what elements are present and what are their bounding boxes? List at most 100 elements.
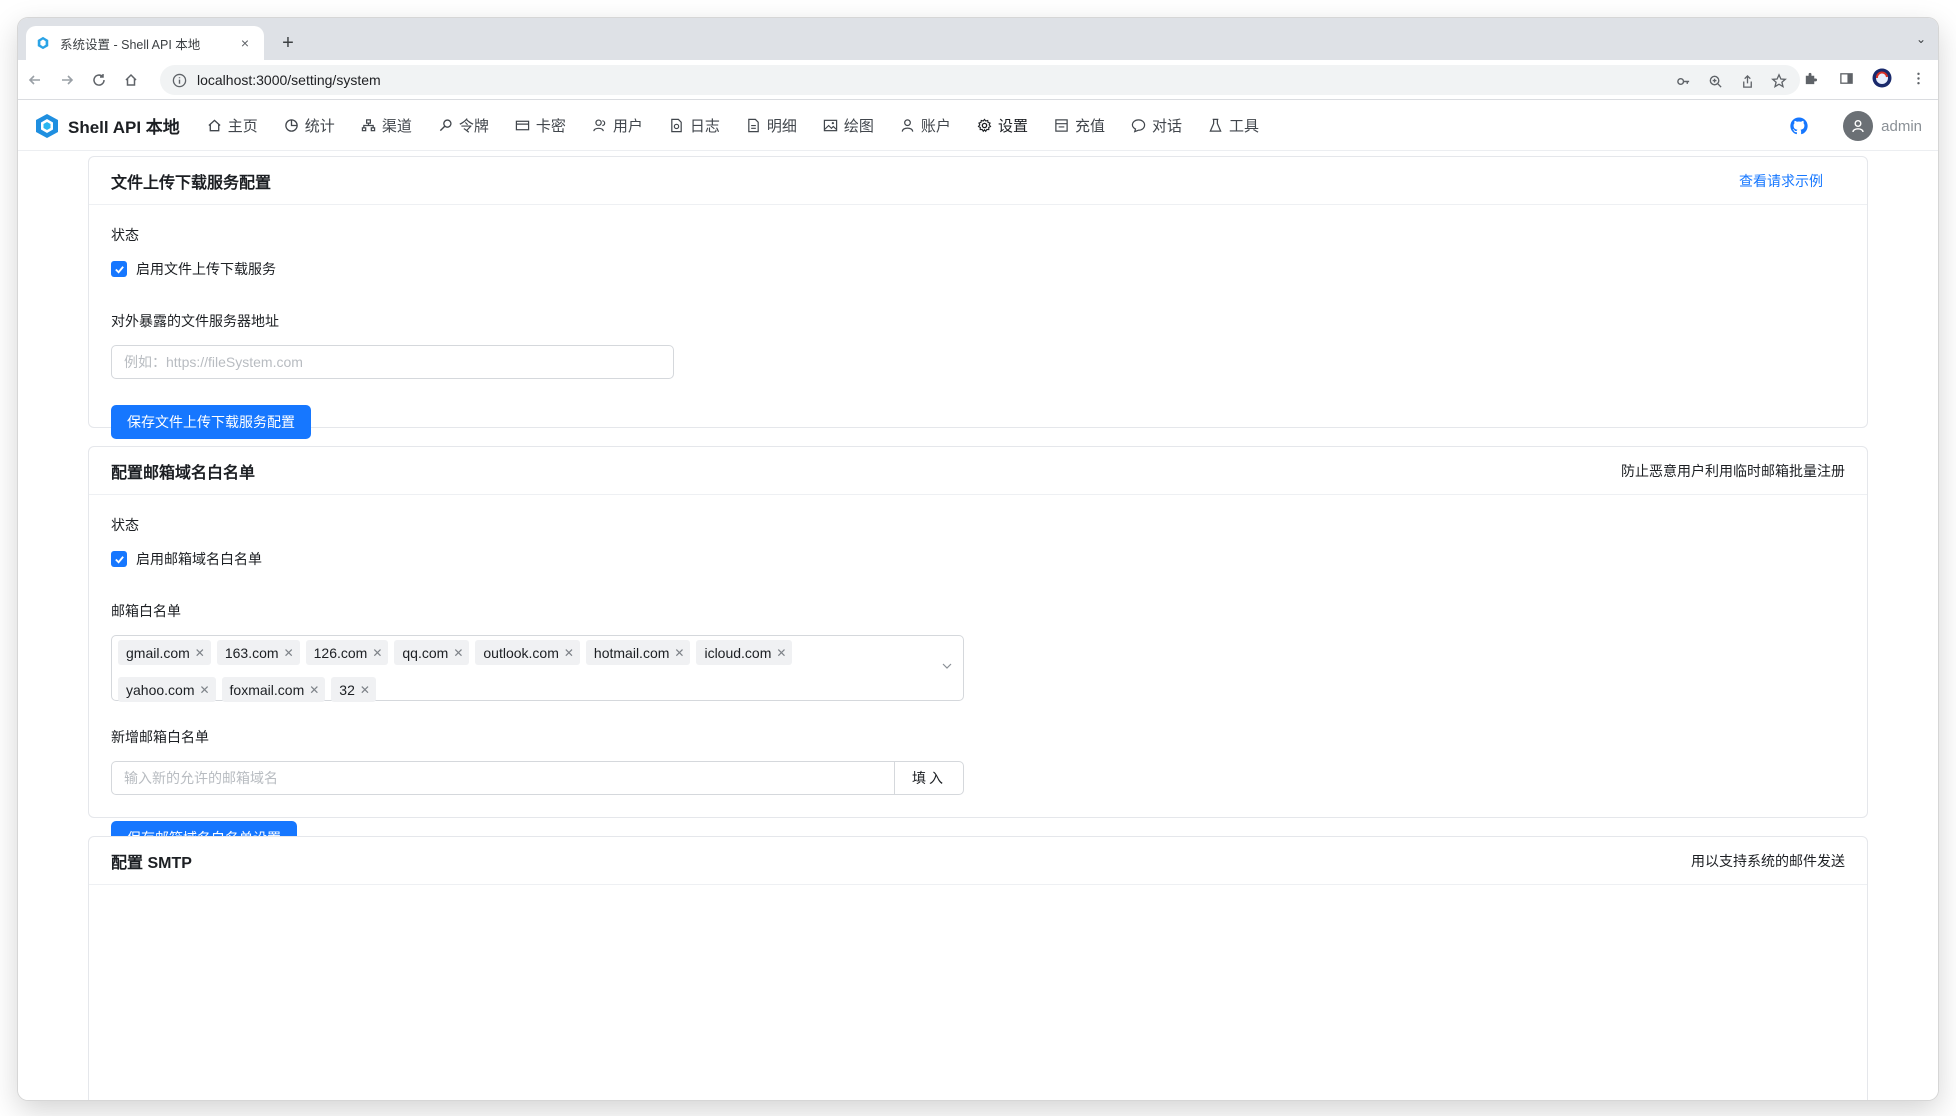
reload-icon[interactable] bbox=[84, 65, 114, 95]
new-tab-button[interactable]: + bbox=[275, 30, 301, 56]
domain-tag: 32 ✕ bbox=[331, 677, 376, 702]
image-icon bbox=[823, 118, 838, 133]
remove-tag-icon[interactable]: ✕ bbox=[674, 646, 684, 660]
pie-chart-icon bbox=[284, 118, 299, 133]
enable-whitelist-checkbox[interactable]: 启用邮箱域名白名单 bbox=[111, 549, 1845, 569]
menu-item-stats[interactable]: 统计 bbox=[271, 101, 348, 151]
domain-tag-label: foxmail.com bbox=[229, 681, 305, 698]
menu-item-chat[interactable]: 对话 bbox=[1118, 101, 1195, 151]
fill-in-button[interactable]: 填入 bbox=[894, 761, 964, 795]
browser-toolbar: localhost:3000/setting/system bbox=[18, 60, 1938, 100]
password-key-icon[interactable] bbox=[1674, 72, 1692, 90]
file-service-card: 文件上传下载服务配置 查看请求示例 状态 启用文件上传下载服务 对外暴露的文件服… bbox=[88, 156, 1868, 439]
menu-label: 令牌 bbox=[458, 118, 489, 135]
card-body: 状态 启用邮箱域名白名单 邮箱白名单 gmail.com ✕ 163.com ✕ 126… bbox=[89, 495, 1867, 875]
menu-item-tokens[interactable]: 令牌 bbox=[425, 101, 502, 151]
menu-item-details[interactable]: 明细 bbox=[733, 101, 810, 151]
whitelist-label: 邮箱白名单 bbox=[111, 603, 181, 619]
menu-item-channels[interactable]: 渠道 bbox=[348, 101, 425, 151]
side-panel-icon[interactable] bbox=[1836, 68, 1856, 88]
domain-tag-label: 32 bbox=[339, 681, 355, 698]
chevron-down-icon[interactable] bbox=[941, 660, 953, 672]
forward-icon[interactable] bbox=[52, 65, 82, 95]
menu-item-home[interactable]: 主页 bbox=[194, 101, 271, 151]
tab-close-icon[interactable]: × bbox=[236, 35, 254, 51]
remove-tag-icon[interactable]: ✕ bbox=[564, 646, 574, 660]
browser-menu-icon[interactable] bbox=[1908, 68, 1928, 88]
extensions-puzzle-icon[interactable] bbox=[1800, 68, 1820, 88]
remove-tag-icon[interactable]: ✕ bbox=[453, 646, 463, 660]
browser-window: 系统设置 - Shell API 本地 × + ⌄ localhost:3000… bbox=[18, 18, 1938, 1100]
domain-tag: 126.com ✕ bbox=[305, 640, 389, 665]
status-label: 状态 bbox=[111, 227, 139, 243]
menu-label: 主页 bbox=[227, 118, 258, 135]
bookmark-star-icon[interactable] bbox=[1770, 72, 1788, 90]
checkmark-icon[interactable] bbox=[111, 261, 127, 277]
card-body: 状态 启用文件上传下载服务 对外暴露的文件服务器地址 例如：https://fi… bbox=[89, 205, 1867, 459]
app-header: Shell API 本地 主页 统计 渠道 令牌 卡密 用户 日志 明细 绘图 … bbox=[18, 101, 1938, 151]
menu-item-account[interactable]: 账户 bbox=[887, 101, 964, 151]
log-icon bbox=[669, 118, 684, 133]
remove-tag-icon[interactable]: ✕ bbox=[360, 683, 370, 697]
domain-tag-label: icloud.com bbox=[704, 644, 772, 661]
home-button-icon[interactable] bbox=[116, 65, 146, 95]
add-whitelist-label: 新增邮箱白名单 bbox=[111, 729, 209, 745]
address-bar[interactable]: localhost:3000/setting/system bbox=[160, 65, 1800, 95]
card-header: 配置 SMTP 用以支持系统的邮件发送 bbox=[89, 837, 1867, 885]
brand-logo-icon bbox=[34, 113, 60, 139]
checkbox-label: 启用文件上传下载服务 bbox=[136, 261, 276, 277]
back-icon[interactable] bbox=[20, 65, 50, 95]
menu-item-logs[interactable]: 日志 bbox=[656, 101, 733, 151]
remove-tag-icon[interactable]: ✕ bbox=[195, 646, 205, 660]
credit-card-icon bbox=[515, 118, 530, 133]
status-label: 状态 bbox=[111, 517, 139, 533]
github-icon[interactable] bbox=[1789, 116, 1809, 136]
menu-label: 工具 bbox=[1228, 118, 1259, 135]
card-header: 文件上传下载服务配置 查看请求示例 bbox=[89, 157, 1867, 205]
file-server-address-input[interactable]: 例如：https://fileSystem.com bbox=[111, 345, 674, 379]
add-domain-group: 输入新的允许的邮箱域名 填入 bbox=[111, 761, 964, 795]
view-request-example-link[interactable]: 查看请求示例 bbox=[1739, 171, 1823, 191]
domain-tag-label: outlook.com bbox=[483, 644, 559, 661]
detail-icon bbox=[746, 118, 761, 133]
new-domain-input[interactable]: 输入新的允许的邮箱域名 bbox=[111, 761, 894, 795]
brand-name: Shell API 本地 bbox=[68, 118, 180, 137]
enable-file-service-checkbox[interactable]: 启用文件上传下载服务 bbox=[111, 259, 1845, 279]
menu-label: 账户 bbox=[920, 118, 951, 135]
card-title: 配置邮箱域名白名单 bbox=[111, 464, 256, 482]
menu-item-cards[interactable]: 卡密 bbox=[502, 101, 579, 151]
zoom-icon[interactable] bbox=[1706, 72, 1724, 90]
profile-avatar-icon[interactable] bbox=[1872, 68, 1892, 88]
email-whitelist-select[interactable]: gmail.com ✕ 163.com ✕ 126.com ✕ qq.com ✕ outlook… bbox=[111, 635, 964, 702]
avatar[interactable] bbox=[1843, 111, 1874, 141]
menu-item-settings[interactable]: 设置 bbox=[964, 101, 1041, 151]
menu-label: 渠道 bbox=[381, 118, 412, 135]
menu-label: 设置 bbox=[997, 118, 1028, 135]
remove-tag-icon[interactable]: ✕ bbox=[199, 683, 209, 697]
checkmark-icon[interactable] bbox=[111, 551, 127, 567]
browser-tab[interactable]: 系统设置 - Shell API 本地 × bbox=[26, 26, 264, 60]
card-title: 配置 SMTP bbox=[111, 854, 192, 872]
home-icon bbox=[207, 118, 222, 133]
remove-tag-icon[interactable]: ✕ bbox=[309, 683, 319, 697]
menu-item-tools[interactable]: 工具 bbox=[1195, 101, 1272, 151]
chat-icon bbox=[1131, 118, 1146, 133]
checkbox-label: 启用邮箱域名白名单 bbox=[136, 551, 262, 567]
menu-item-drawing[interactable]: 绘图 bbox=[810, 101, 887, 151]
users-icon bbox=[592, 118, 607, 133]
menu-item-recharge[interactable]: 充值 bbox=[1041, 101, 1118, 151]
menu-label: 卡密 bbox=[535, 118, 566, 135]
remove-tag-icon[interactable]: ✕ bbox=[776, 646, 786, 660]
site-info-icon[interactable] bbox=[172, 73, 187, 88]
remove-tag-icon[interactable]: ✕ bbox=[284, 646, 294, 660]
username[interactable]: admin bbox=[1881, 118, 1922, 135]
remove-tag-icon[interactable]: ✕ bbox=[372, 646, 382, 660]
brand[interactable]: Shell API 本地 bbox=[34, 113, 180, 139]
tab-search-icon[interactable]: ⌄ bbox=[1916, 32, 1926, 46]
share-icon[interactable] bbox=[1738, 72, 1756, 90]
menu-label: 对话 bbox=[1151, 118, 1182, 135]
domain-tag-label: 126.com bbox=[313, 644, 368, 661]
save-file-service-button[interactable]: 保存文件上传下载服务配置 bbox=[111, 405, 311, 439]
menu-item-users[interactable]: 用户 bbox=[579, 101, 656, 151]
domain-tag-label: 163.com bbox=[224, 644, 279, 661]
